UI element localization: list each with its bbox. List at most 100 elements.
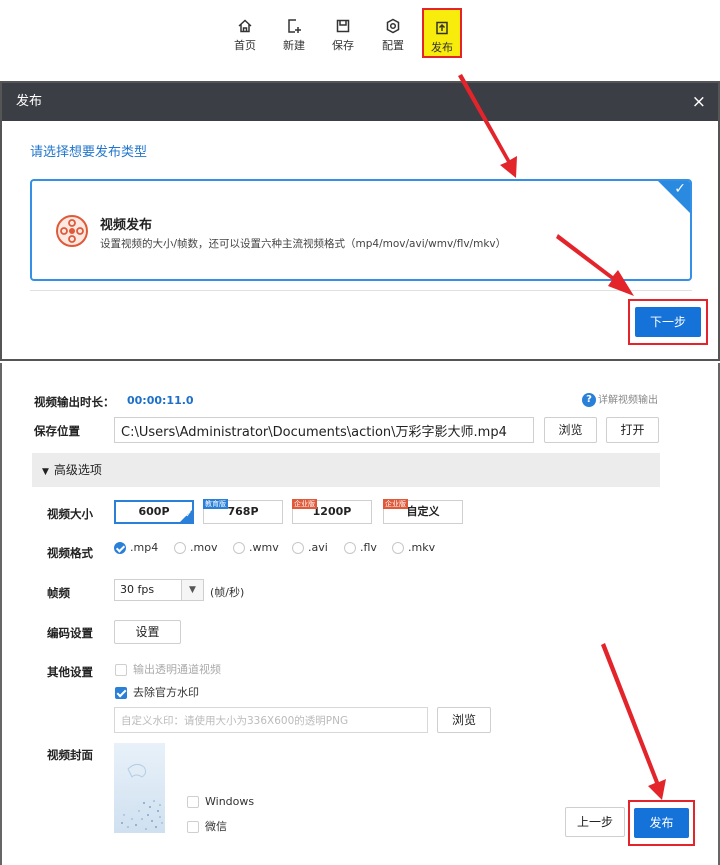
option-title: 视频发布: [100, 218, 153, 233]
fps-select[interactable]: 30 fps ▼: [114, 579, 204, 601]
remove-watermark-checkbox[interactable]: 去除官方水印: [115, 684, 199, 700]
transparent-channel-checkbox[interactable]: 输出透明通道视频: [115, 661, 221, 677]
format-avi-label: .avi: [308, 541, 328, 554]
size-custom-option[interactable]: 企业版 自定义: [383, 499, 463, 524]
radio-checked-icon: [114, 542, 126, 554]
previous-step-button[interactable]: 上一步: [565, 807, 625, 837]
toolbar-publish-inner: 发布: [424, 20, 460, 55]
encode-settings-label: 编码设置: [47, 626, 93, 640]
advanced-options-toggle[interactable]: ▼ 高级选项: [32, 453, 660, 487]
toolbar-home-button[interactable]: 首页: [225, 18, 265, 53]
fps-unit: (帧/秒): [210, 586, 245, 599]
top-toolbar: 首页 新建 保存 配置 发布: [0, 0, 720, 70]
dropdown-arrow-icon[interactable]: ▼: [181, 580, 203, 600]
cover-windows-checkbox[interactable]: Windows: [187, 795, 254, 808]
fps-label: 帧频: [47, 586, 70, 600]
radio-icon: [174, 542, 186, 554]
browse-button[interactable]: 浏览: [544, 417, 597, 443]
cover-windows-label: Windows: [205, 795, 255, 808]
cover-image: [121, 763, 163, 830]
toolbar-new-label: 新建: [283, 39, 305, 52]
divider: [30, 290, 692, 291]
publish-settings-panel: 视频输出时长： 00:00:11.0 ? 详解视频输出 保存位置 C:\Users…: [0, 363, 720, 865]
size-1200p-label: 1200P: [312, 505, 352, 518]
format-mkv-radio[interactable]: .mkv: [392, 541, 435, 554]
format-wmv-label: .wmv: [249, 541, 279, 554]
save-location-label: 保存位置: [34, 424, 80, 438]
question-icon: ?: [582, 393, 596, 407]
publish-button[interactable]: 发布: [634, 808, 689, 838]
size-600p-label: 600P: [138, 505, 170, 518]
fps-value: 30 fps: [120, 583, 155, 596]
radio-icon: [233, 542, 245, 554]
publish-annotation-box: 发布: [628, 800, 695, 846]
toolbar-settings-label: 配置: [382, 39, 404, 52]
toolbar-publish-label: 发布: [431, 41, 453, 54]
format-mp4-radio[interactable]: .mp4: [114, 541, 158, 554]
radio-icon: [344, 542, 356, 554]
format-avi-radio[interactable]: .avi: [292, 541, 328, 554]
enterprise-edition-badge: 企业版: [292, 499, 317, 509]
remove-watermark-label: 去除官方水印: [133, 686, 199, 699]
enterprise-edition-badge: 企业版: [383, 499, 408, 509]
duration-label: 视频输出时长：: [34, 395, 115, 409]
toolbar-home-label: 首页: [234, 39, 256, 52]
format-mp4-label: .mp4: [130, 541, 159, 554]
format-mkv-label: .mkv: [408, 541, 436, 554]
video-publish-option[interactable]: ✓ 视频发布 设置视频的大小/帧数，还可以设置六种主流视频格式（mp4/mov/…: [30, 179, 692, 281]
publish-type-dialog: 发布 × 请选择想要发布类型 ✓ 视频发布 设置视频的大小/帧数，还可以设置六种…: [0, 81, 720, 361]
toolbar-save-label: 保存: [332, 39, 354, 52]
format-wmv-radio[interactable]: .wmv: [233, 541, 279, 554]
cover-wechat-checkbox[interactable]: 微信: [187, 818, 227, 834]
help-link-text: 详解视频输出: [598, 395, 658, 406]
size-768p-option[interactable]: 教育版 768P: [203, 499, 283, 524]
open-button[interactable]: 打开: [606, 417, 659, 443]
checkbox-icon: [187, 821, 199, 833]
cover-thumbnail[interactable]: [114, 743, 165, 833]
caret-down-icon: ▼: [42, 467, 49, 477]
duration-value: 00:00:11.0: [127, 394, 194, 407]
dialog-title: 发布: [16, 94, 43, 109]
transparent-channel-label: 输出透明通道视频: [133, 663, 221, 676]
edu-edition-badge: 教育版: [203, 499, 228, 509]
toolbar-publish-button[interactable]: 发布: [422, 8, 462, 58]
checkbox-icon: [187, 796, 199, 808]
film-reel-icon: [56, 215, 88, 247]
settings-icon: [386, 18, 400, 34]
size-1200p-option[interactable]: 企业版 1200P: [292, 499, 372, 524]
format-mov-label: .mov: [190, 541, 218, 554]
new-file-icon: [288, 19, 301, 33]
cover-wechat-label: 微信: [205, 820, 227, 833]
custom-watermark-input[interactable]: 自定义水印：请使用大小为336X600的透明PNG: [114, 707, 428, 733]
toolbar-new-button[interactable]: 新建: [274, 18, 314, 53]
format-flv-label: .flv: [360, 541, 377, 554]
help-link[interactable]: ? 详解视频输出: [582, 391, 658, 407]
close-icon[interactable]: ×: [692, 83, 706, 121]
publish-icon: [436, 21, 448, 35]
radio-icon: [292, 542, 304, 554]
dialog-title-bar: 发布 ×: [2, 83, 718, 121]
next-button[interactable]: 下一步: [635, 307, 701, 337]
radio-icon: [392, 542, 404, 554]
format-mov-radio[interactable]: .mov: [174, 541, 217, 554]
encode-settings-button[interactable]: 设置: [114, 620, 181, 644]
watermark-browse-button[interactable]: 浏览: [437, 707, 491, 733]
other-settings-label: 其他设置: [47, 665, 93, 679]
size-custom-label: 自定义: [406, 505, 440, 518]
size-768p-label: 768P: [227, 505, 259, 518]
checkbox-icon: [115, 664, 127, 676]
home-icon: [238, 19, 252, 33]
toolbar-save-button[interactable]: 保存: [323, 18, 363, 53]
checkbox-checked-icon: [115, 687, 127, 699]
toolbar-settings-button[interactable]: 配置: [373, 18, 413, 53]
advanced-options-label: 高级选项: [53, 463, 102, 477]
save-path-field[interactable]: C:\Users\Administrator\Documents\action\…: [114, 417, 534, 443]
check-icon: ✓: [185, 510, 192, 519]
size-600p-option[interactable]: 600P ✓: [114, 500, 194, 524]
format-flv-radio[interactable]: .flv: [344, 541, 377, 554]
video-format-label: 视频格式: [47, 546, 93, 560]
save-icon: [336, 19, 350, 33]
next-annotation-box: 下一步: [628, 299, 708, 345]
check-icon: ✓: [674, 181, 686, 197]
dialog-prompt: 请选择想要发布类型: [30, 145, 148, 160]
